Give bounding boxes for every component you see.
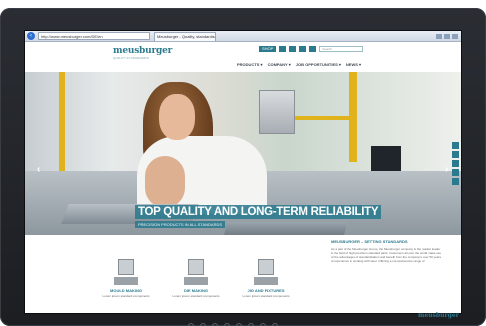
utility-bar: SHOP Search [259,46,364,52]
monitor-screen: ‹ http://www.meusburger.com/DE/en Meusbu… [24,30,462,314]
die-set-image [180,255,212,285]
back-arrow-icon[interactable]: ‹ [27,32,35,40]
search-input[interactable]: Search [319,46,364,52]
measuring-machine [259,90,295,134]
side-toolbar [452,142,459,185]
bezel-logo: meusburger [418,312,459,319]
article-text: As a part of the Meusburger Group, the M… [331,247,442,263]
download-icon[interactable] [452,178,459,185]
print-icon[interactable] [452,151,459,158]
fixture-parts-image [250,255,282,285]
cart-icon[interactable] [289,46,297,52]
product-text: Lorem ipsum standard components [102,294,150,298]
mail-icon[interactable] [452,160,459,167]
user-icon[interactable] [279,46,287,52]
nav-item-company[interactable]: COMPANY ▾ [268,62,291,67]
hero-headline: TOP QUALITY AND LONG-TERM RELIABILITY [135,205,382,219]
hero-subline: PRECISION PRODUCTS IN ALL STANDARDS [135,221,226,228]
language-icon[interactable] [299,46,307,52]
slider-prev-icon[interactable]: ‹ [37,164,40,175]
product-text: Lorem ipsum standard components [242,294,290,298]
maximize-icon[interactable] [444,33,450,39]
article-title: MEUSBURGER – SETTING STANDARDS [331,239,408,244]
phone-icon[interactable] [452,169,459,176]
content-section: MOULD MAKING Lorem ipsum standard compon… [25,235,461,313]
monitor-bezel: ‹ http://www.meusburger.com/DE/en Meusbu… [0,8,486,326]
worker-face [159,94,195,140]
shop-button[interactable]: SHOP [259,46,277,52]
hero-slider: ‹ › TOP QUALITY AND LONG-TERM RELIABILIT… [25,72,461,235]
nav-item-products[interactable]: PRODUCTS ▾ [237,62,263,67]
minimize-icon[interactable] [436,33,442,39]
main-navigation: PRODUCTS ▾ COMPANY ▾ JOB OPPORTUNITIES ▾… [237,62,361,67]
nav-item-jobs[interactable]: JOB OPPORTUNITIES ▾ [296,62,341,67]
worker-arm [145,156,185,208]
company-article: MEUSBURGER – SETTING STANDARDS As a part… [331,239,443,263]
product-title: JIG AND FIXTURES [247,288,285,293]
product-title: MOULD MAKING [110,288,142,293]
product-card[interactable]: MOULD MAKING Lorem ipsum standard compon… [101,255,151,298]
mould-base-image [110,255,142,285]
steel-plate [222,222,348,235]
slider-next-icon[interactable]: › [445,164,448,175]
nav-item-news[interactable]: NEWS ▾ [346,62,361,67]
product-title: DIE MAKING [184,288,208,293]
browser-tab[interactable]: Meusburger - Quality, standardisat... [154,31,216,41]
site-logo[interactable]: meusburger [113,46,172,56]
window-controls [436,33,458,39]
workshop-pillar [59,72,65,182]
address-bar[interactable]: http://www.meusburger.com/DE/en [38,32,150,40]
browser-toolbar: ‹ http://www.meusburger.com/DE/en Meusbu… [25,31,461,42]
product-text: Lorem ipsum standard components [172,294,220,298]
contact-icon[interactable] [309,46,317,52]
logo-tagline: QUALITY IN STANDARDS [113,56,149,60]
close-icon[interactable] [452,33,458,39]
site-header: meusburger QUALITY IN STANDARDS SHOP Sea… [25,42,461,72]
workshop-rail [295,116,355,120]
share-icon[interactable] [452,142,459,149]
product-card[interactable]: DIE MAKING Lorem ipsum standard componen… [171,255,221,298]
product-card[interactable]: JIG AND FIXTURES Lorem ipsum standard co… [241,255,291,298]
